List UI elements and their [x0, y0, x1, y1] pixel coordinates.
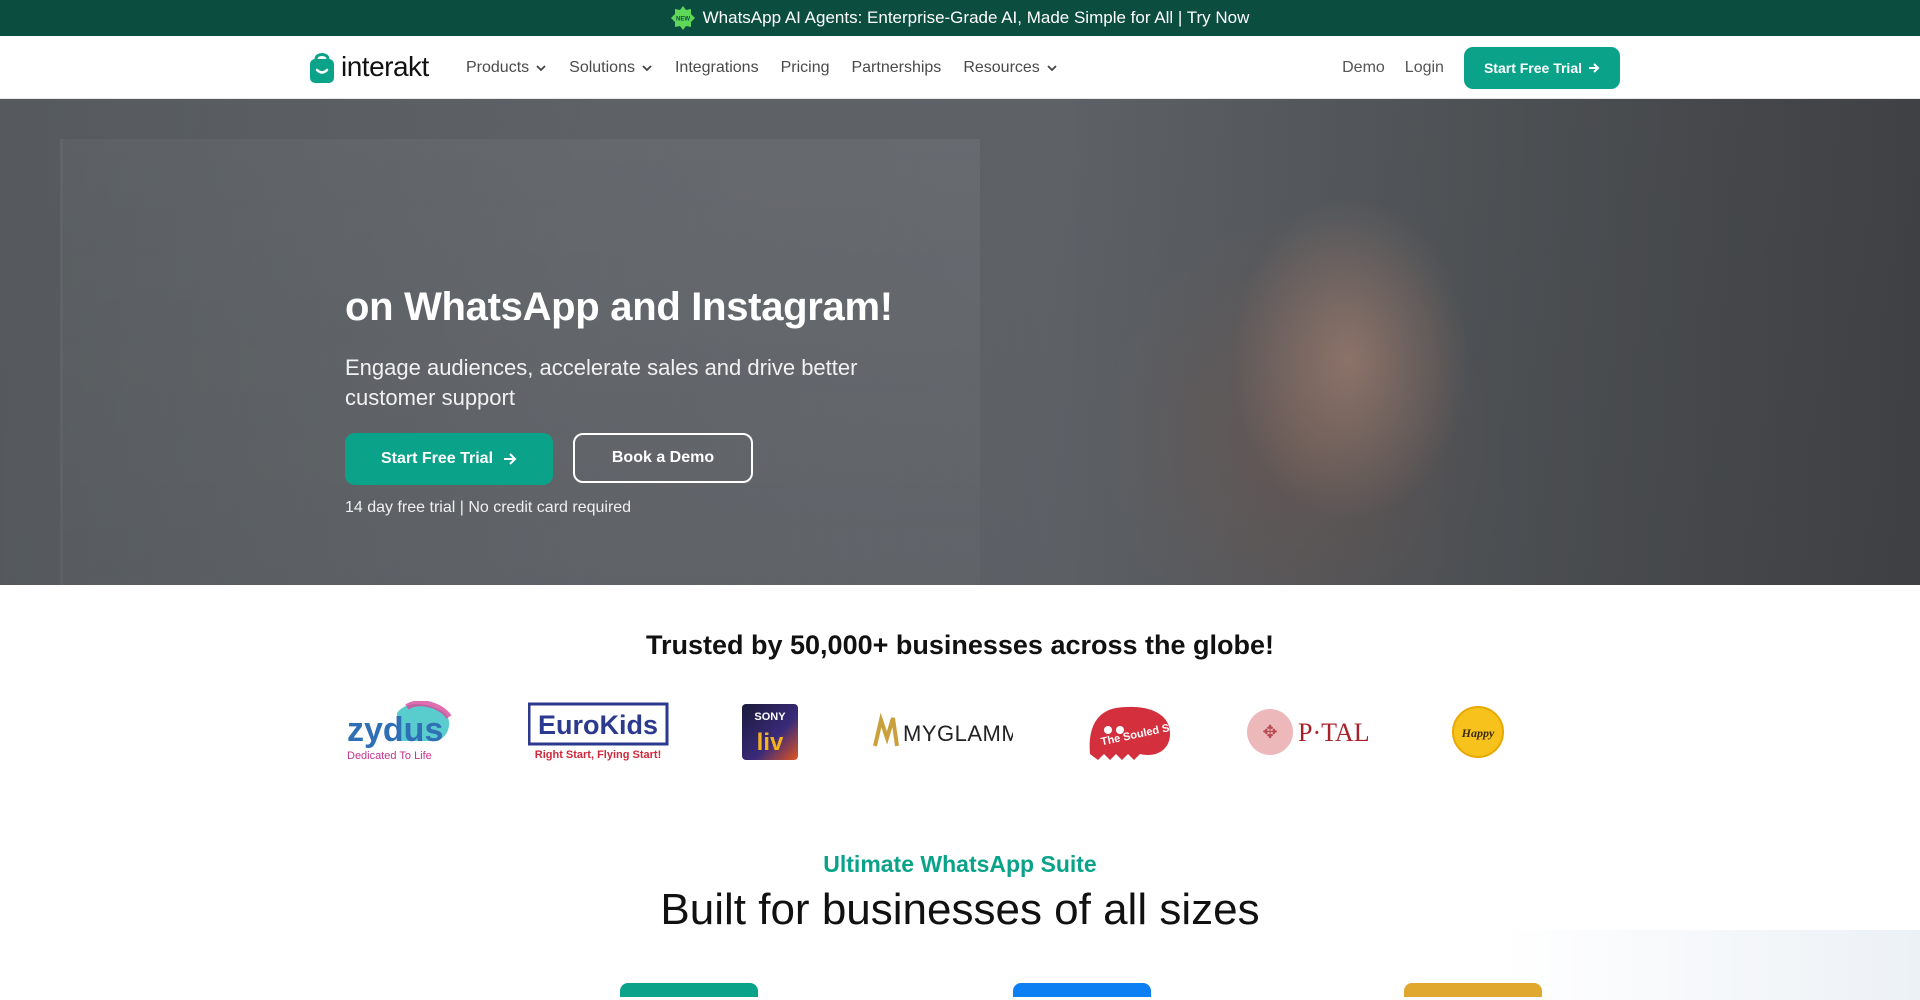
logo-ptal-text: P·TAL	[1298, 718, 1370, 747]
logo-sonyliv: SONY liv	[742, 702, 799, 762]
announcement-text[interactable]: WhatsApp AI Agents: Enterprise-Grade AI,…	[703, 8, 1250, 28]
background-fade	[1500, 930, 1920, 1000]
hero-start-trial-label: Start Free Trial	[380, 450, 494, 467]
brand-name: interakt	[341, 51, 429, 82]
menu-products-label: Products	[466, 58, 530, 76]
logo-eurokids-tagline: Right Start, Flying Start!	[534, 749, 661, 761]
menu-pricing-label: Pricing	[780, 58, 830, 76]
menu-partnerships-label: Partnerships	[851, 58, 942, 76]
new-badge-text: NEW	[676, 17, 690, 23]
logo-zydus: zydus Dedicated To Life	[345, 701, 455, 762]
menu-products[interactable]: Products	[466, 59, 547, 77]
logo-happy: Happy	[1451, 702, 1505, 762]
nav-start-trial-label: Start Free Trial	[1483, 60, 1582, 76]
chevron-down-icon	[1046, 62, 1058, 74]
logo-souled-store: The Souled Store	[1086, 702, 1174, 762]
hero-title: on WhatsApp and Instagram!	[345, 285, 893, 329]
hero-overlay	[0, 99, 1920, 585]
logo-zydus-text: zydus	[347, 711, 443, 749]
menu-solutions-label: Solutions	[569, 58, 635, 76]
customer-logos: zydus Dedicated To Life EuroKids Right S…	[345, 700, 1505, 764]
login-link[interactable]: Login	[1405, 59, 1444, 77]
plan-card-tab-gold[interactable]	[1404, 983, 1542, 997]
plan-card-tab-green[interactable]	[620, 983, 758, 997]
svg-text:✥: ✥	[1263, 722, 1278, 742]
chevron-down-icon	[641, 62, 653, 74]
trial-note: 14 day free trial | No credit card requi…	[345, 499, 632, 516]
suite-title: Built for businesses of all sizes	[660, 885, 1260, 934]
trusted-heading: Trusted by 50,000+ businesses across the…	[645, 630, 1274, 660]
logo-ptal: ✥ P·TAL	[1246, 702, 1378, 762]
hero-start-trial-button[interactable]: Start Free Trial	[345, 433, 553, 485]
logo-sonyliv-tagline: liv	[757, 729, 784, 756]
menu-integrations[interactable]: Integrations	[675, 59, 759, 77]
book-demo-label: Book a Demo	[611, 449, 715, 466]
arrow-right-icon	[504, 453, 517, 465]
main-menu: Products Solutions Integrations Pricing …	[466, 36, 1080, 99]
book-demo-button[interactable]: Book a Demo	[573, 433, 753, 483]
menu-partnerships[interactable]: Partnerships	[851, 59, 941, 77]
nav-start-trial-button[interactable]: Start Free Trial	[1463, 47, 1620, 89]
plan-card-tab-blue[interactable]	[1013, 983, 1151, 997]
menu-pricing[interactable]: Pricing	[781, 59, 830, 77]
new-badge-icon: NEW	[670, 6, 695, 30]
logo-eurokids-text: EuroKids	[538, 710, 658, 740]
hero-subtitle: Engage audiences, accelerate sales and d…	[345, 355, 858, 410]
menu-solutions[interactable]: Solutions	[569, 59, 653, 77]
menu-resources[interactable]: Resources	[963, 59, 1057, 77]
logo-myglamm: MYGLAMM	[871, 702, 1013, 762]
logo-sonyliv-text: SONY	[755, 711, 787, 723]
hero-section: on WhatsApp and Instagram! Engage audien…	[0, 99, 1920, 585]
arrow-right-icon	[1589, 63, 1600, 73]
navbar: interakt Products Solutions Integrations…	[0, 36, 1920, 99]
logo-zydus-tagline: Dedicated To Life	[347, 750, 432, 762]
logo-eurokids: EuroKids Right Start, Flying Start!	[527, 702, 670, 762]
brand-logo[interactable]: interakt	[309, 50, 429, 84]
menu-resources-label: Resources	[963, 58, 1040, 76]
logo-happy-text: Happy	[1461, 726, 1495, 740]
logo-myglamm-text: MYGLAMM	[903, 721, 1013, 746]
nav-actions: Demo Login Start Free Trial	[1342, 47, 1620, 89]
chevron-down-icon	[535, 62, 547, 74]
demo-link[interactable]: Demo	[1342, 59, 1385, 77]
hero-cta-group: Start Free Trial Book a Demo	[345, 433, 753, 485]
announcement-bar[interactable]: NEW WhatsApp AI Agents: Enterprise-Grade…	[0, 0, 1920, 36]
shopping-bag-icon	[310, 53, 334, 83]
menu-integrations-label: Integrations	[674, 58, 759, 76]
suite-kicker: Ultimate WhatsApp Suite	[823, 851, 1097, 877]
